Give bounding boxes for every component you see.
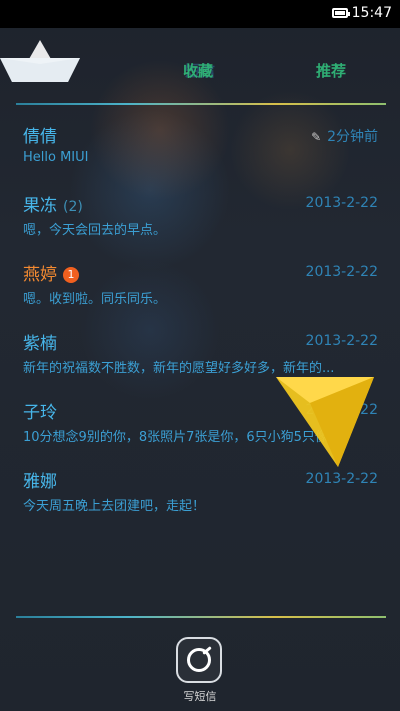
compose-button[interactable] xyxy=(176,637,222,683)
tab-favorites[interactable]: 收藏 xyxy=(183,60,213,81)
message-count: (2) xyxy=(63,199,83,215)
contact-name: 子玲 xyxy=(23,403,57,423)
message-preview: Hello MIUI xyxy=(23,150,89,165)
paper-plane-icon xyxy=(276,377,374,467)
list-item[interactable]: 燕婷 1 2013-2-22 嗯。收到啦。同乐同乐。 xyxy=(0,254,400,323)
contact-name: 雅娜 xyxy=(23,472,57,492)
message-time: 2013-2-22 xyxy=(305,195,378,211)
divider xyxy=(16,616,386,618)
status-bar: 15:47 xyxy=(0,0,400,28)
contact-name: 倩倩 xyxy=(23,127,57,147)
battery-icon xyxy=(332,8,350,18)
message-preview: 新年的祝福数不胜数，新年的愿望好多好多，新年的... xyxy=(23,361,335,376)
message-preview: 今天周五晚上去团建吧，走起！ xyxy=(23,499,206,514)
message-preview: 嗯。收到啦。同乐同乐。 xyxy=(23,292,167,307)
tab-sms[interactable]: 短信 xyxy=(0,40,215,84)
list-item[interactable]: 果冻 (2) 2013-2-22 嗯，今天会回去的早点。 xyxy=(0,185,400,254)
pencil-icon: ✎ xyxy=(311,130,322,144)
unread-badge: 1 xyxy=(63,267,79,283)
message-preview: 嗯，今天会回去的早点。 xyxy=(23,223,167,238)
message-time: 2013-2-22 xyxy=(305,333,378,349)
list-item[interactable]: 倩倩 ✎ 2分钟前 Hello MIUI xyxy=(0,116,400,185)
compose-label: 写短信 xyxy=(183,690,217,703)
message-time: ✎ 2分钟前 xyxy=(311,129,378,145)
divider xyxy=(16,103,386,105)
tab-recommend[interactable]: 推荐 xyxy=(316,60,346,81)
status-time: 15:47 xyxy=(351,5,392,21)
contact-name: 果冻 (2) xyxy=(23,196,83,216)
message-time: 2013-2-22 xyxy=(305,264,378,280)
contact-name: 燕婷 1 xyxy=(23,260,79,285)
tab-bar: 短信 收藏 推荐 xyxy=(0,40,400,100)
compose-icon xyxy=(187,648,211,672)
contact-name: 紫楠 xyxy=(23,334,57,354)
